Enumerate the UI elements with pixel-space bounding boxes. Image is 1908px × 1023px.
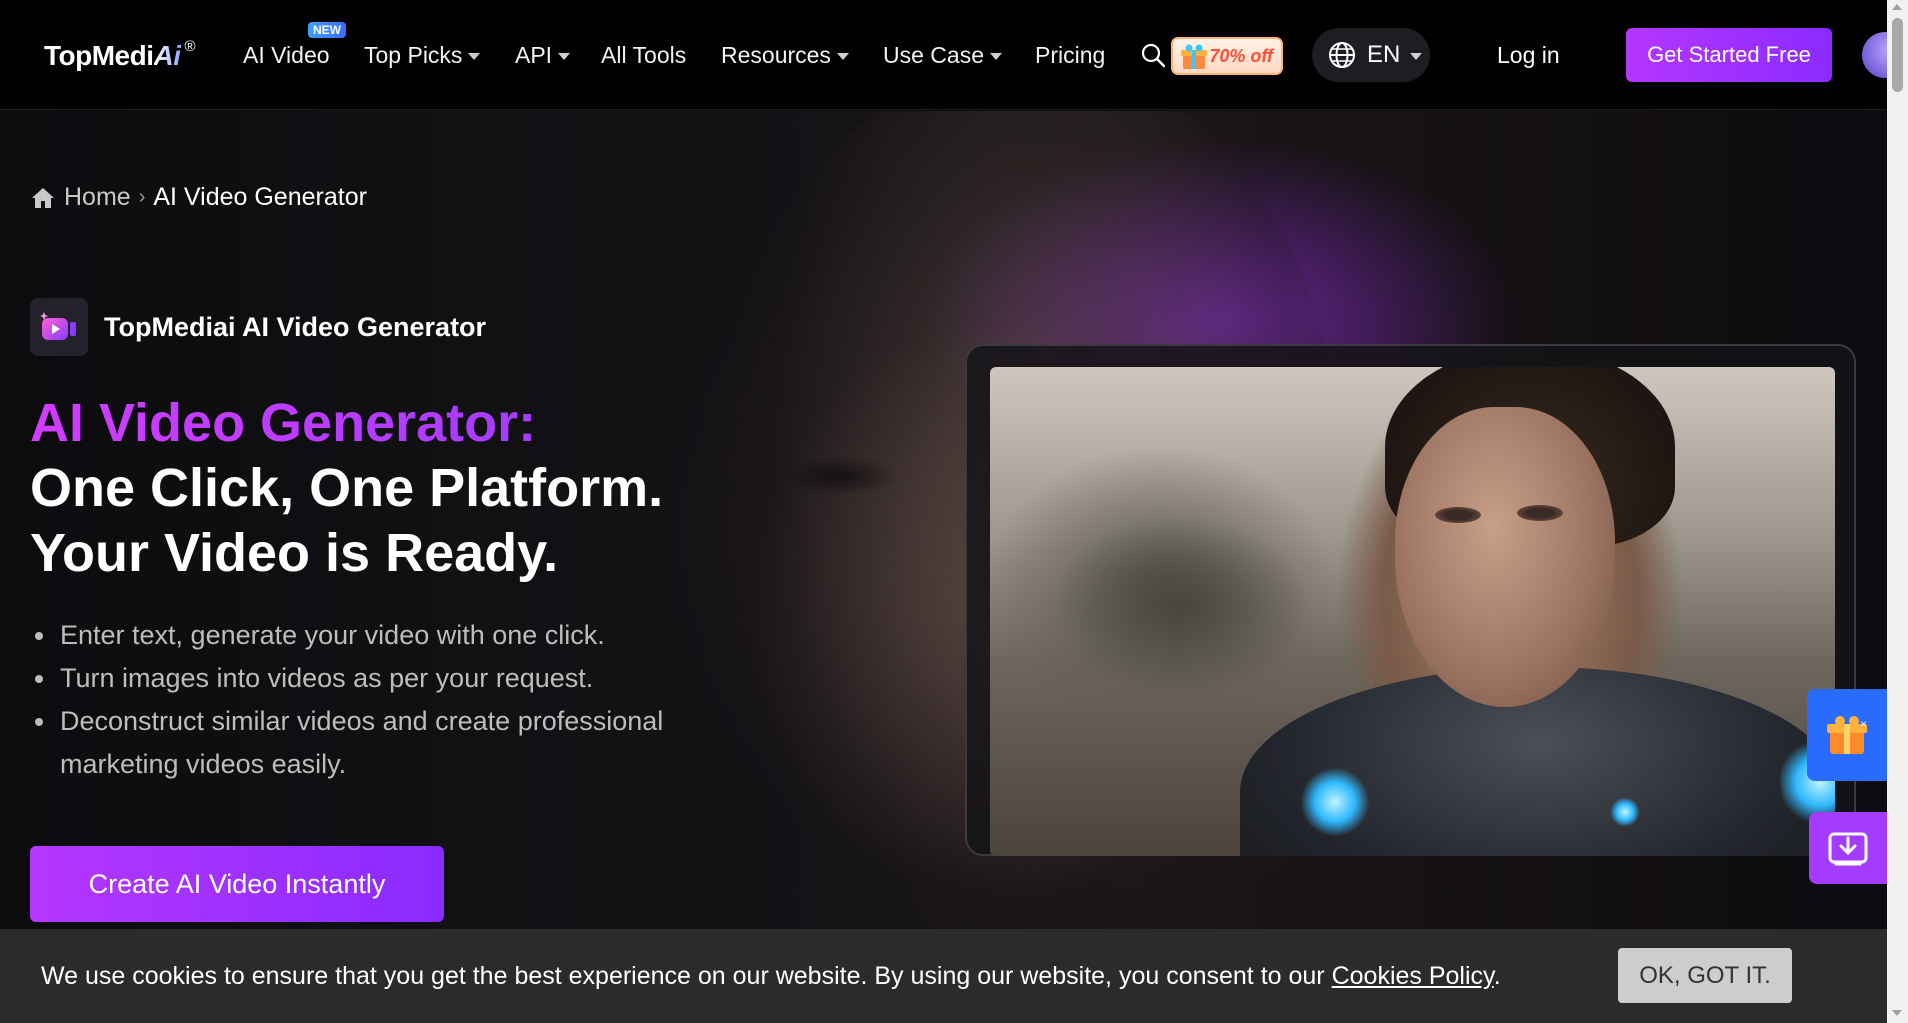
nav-api-label: API	[515, 41, 553, 68]
feature-item: Turn images into videos as per your requ…	[30, 657, 770, 700]
promo-label: 70% off	[1209, 45, 1273, 66]
hero-title-line3: Your Video is Ready.	[30, 523, 559, 583]
nav-top-picks-label: Top Picks	[364, 41, 463, 68]
scroll-down-arrow-icon[interactable]	[1892, 1010, 1902, 1016]
floating-gift-button[interactable]	[1807, 689, 1887, 781]
search-icon[interactable]	[1140, 42, 1166, 68]
smoke-cloud	[1050, 517, 1310, 697]
caret-down-icon	[558, 52, 571, 60]
feature-item: Enter text, generate your video with one…	[30, 614, 770, 657]
nav-ai-video[interactable]: AI Video NEW	[243, 0, 346, 110]
feature-list: Enter text, generate your video with one…	[30, 614, 770, 786]
get-started-button[interactable]: Get Started Free	[1626, 28, 1832, 82]
video-preview[interactable]	[990, 367, 1835, 856]
face-shape	[1395, 407, 1615, 707]
create-video-button[interactable]: Create AI Video Instantly	[30, 846, 444, 922]
top-navbar: TopMedi Ai ® AI Video NEW Top Picks API Al…	[0, 0, 1908, 110]
scroll-up-arrow-icon[interactable]	[1892, 4, 1902, 10]
home-icon[interactable]	[30, 186, 56, 210]
cookie-text: We use cookies to ensure that you get th…	[41, 962, 1332, 990]
nav-resources[interactable]: Resources	[721, 0, 849, 110]
caret-down-icon	[836, 52, 849, 60]
scrollbar-thumb[interactable]	[1892, 18, 1903, 92]
logo-ai: Ai	[153, 40, 182, 71]
hero-title: AI Video Generator: One Click, One Platf…	[30, 391, 663, 586]
hero-section: Home › AI Video Generator TopMediai AI V…	[0, 111, 1887, 1023]
caret-down-icon	[468, 52, 481, 60]
cookie-message: We use cookies to ensure that you get th…	[41, 962, 1501, 991]
gift-icon	[1181, 44, 1207, 69]
language-label: EN	[1367, 41, 1401, 68]
cookie-banner: We use cookies to ensure that you get th…	[0, 929, 1887, 1023]
caret-down-icon	[989, 52, 1002, 60]
video-camera-icon	[30, 298, 88, 356]
globe-icon	[1329, 42, 1355, 68]
product-name: TopMediai AI Video Generator	[104, 311, 487, 342]
hero-title-line2: One Click, One Platform.	[30, 458, 664, 518]
language-selector[interactable]: EN	[1312, 28, 1430, 82]
breadcrumb-home[interactable]: Home	[64, 183, 131, 212]
nav-api[interactable]: API	[515, 0, 571, 110]
breadcrumb: Home › AI Video Generator	[30, 183, 367, 212]
download-icon	[1828, 832, 1868, 866]
nav-ai-video-label: AI Video	[243, 41, 330, 68]
cookies-policy-link[interactable]: Cookies Policy	[1332, 962, 1494, 990]
armor-glow	[1300, 767, 1370, 837]
armor-glow	[1610, 797, 1640, 827]
floating-download-button[interactable]	[1809, 812, 1887, 884]
eye-shape	[1517, 505, 1563, 521]
product-tag: TopMediai AI Video Generator	[30, 298, 486, 356]
brand-logo[interactable]: TopMedi Ai ®	[44, 38, 196, 72]
cookie-suffix: .	[1493, 962, 1501, 990]
nav-use-case-label: Use Case	[883, 41, 984, 68]
background-eye	[780, 456, 900, 496]
nav-use-case[interactable]: Use Case	[883, 0, 1002, 110]
login-link[interactable]: Log in	[1497, 0, 1560, 110]
accept-cookies-button[interactable]: OK, GOT IT.	[1618, 948, 1792, 1003]
nav-pricing-label: Pricing	[1035, 41, 1106, 68]
close-icon[interactable]: ×	[1860, 718, 1872, 730]
nav-all-tools-label: All Tools	[601, 41, 687, 68]
promo-discount-badge[interactable]: 70% off	[1171, 37, 1283, 75]
hero-title-line1: AI Video Generator:	[30, 391, 663, 456]
breadcrumb-current: AI Video Generator	[153, 183, 367, 211]
logo-registered: ®	[184, 38, 196, 55]
feature-item: Deconstruct similar videos and create pr…	[30, 700, 770, 786]
new-badge: NEW	[308, 22, 346, 38]
caret-down-icon	[1410, 52, 1423, 60]
page-scrollbar[interactable]	[1887, 0, 1908, 1023]
nav-all-tools[interactable]: All Tools	[601, 0, 686, 110]
logo-text: TopMedi	[44, 40, 154, 71]
video-preview-frame	[965, 344, 1856, 856]
nav-resources-label: Resources	[721, 41, 831, 68]
nav-pricing[interactable]: Pricing	[1035, 0, 1105, 110]
breadcrumb-separator: ›	[138, 186, 146, 208]
eye-shape	[1435, 507, 1481, 523]
nav-top-picks[interactable]: Top Picks	[364, 0, 481, 110]
